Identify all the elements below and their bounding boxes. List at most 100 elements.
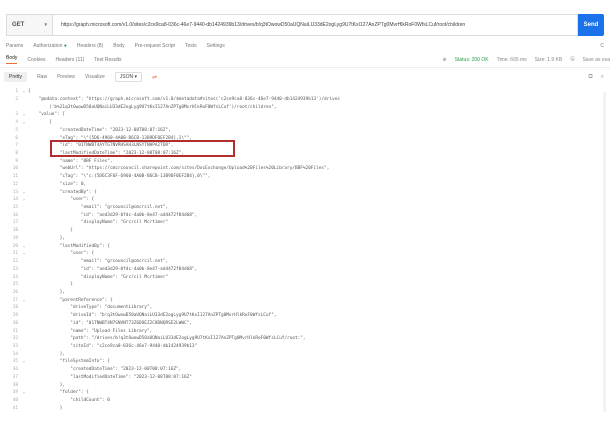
fold-arrow-icon[interactable]: ⌄: [20, 120, 28, 125]
line-number: 2: [15, 96, 18, 102]
code-text: "id": "aed3d29-0fdc-4a0b-8e47-ad4472f84d…: [28, 266, 198, 272]
tab-response-headers[interactable]: Headers (11): [55, 57, 84, 63]
code-text: "id": "aed3d29-0fdc-4a0b-8e47-ad4472f84d…: [28, 212, 198, 218]
copy-icon[interactable]: ⧉: [588, 74, 592, 81]
line-number: 17: [12, 220, 18, 226]
code-text: "email": "grcouncil@cmcrcil.net",: [28, 259, 169, 265]
line-number: 24: [12, 274, 18, 280]
line-number: 6: [15, 135, 18, 141]
active-dot-icon: ●: [63, 43, 67, 49]
fold-arrow-icon[interactable]: ⌄: [20, 190, 28, 195]
fold-arrow-icon[interactable]: ⌄: [20, 251, 28, 256]
line-number: 4: [15, 120, 18, 126]
tab-headers[interactable]: Headers (8): [77, 43, 103, 49]
scrollbar[interactable]: [603, 92, 606, 412]
line-number: 9: [15, 158, 18, 164]
tab-tests[interactable]: Tests: [185, 43, 197, 49]
view-pretty[interactable]: Pretty: [4, 72, 28, 82]
cookies-link[interactable]: C: [600, 43, 604, 49]
line-number: 5: [15, 127, 18, 133]
code-line: 5 "createdDateTime": "2023-12-08T08:07:1…: [0, 127, 610, 135]
chevron-down-icon: ▾: [134, 74, 138, 80]
code-text: "value": [: [28, 112, 66, 118]
view-visualize[interactable]: Visualize: [85, 74, 105, 80]
code-text: },: [28, 289, 66, 295]
wrap-lines-icon[interactable]: ⇌: [152, 74, 157, 81]
line-number: 34: [12, 351, 18, 357]
fold-arrow-icon[interactable]: ⌄: [20, 359, 28, 364]
method-label: GET: [12, 22, 25, 28]
code-text: },: [28, 382, 66, 388]
line-number: 13: [12, 189, 18, 195]
view-preview[interactable]: Preview: [57, 74, 75, 80]
code-line: 37 "lastModifiedDateTime": "2023-12-08T0…: [0, 374, 610, 382]
code-text: "displayName": "Grcrcil Mcrtimer": [28, 220, 169, 226]
code-line: 14 ⌄ "user": {: [0, 196, 610, 204]
tab-params[interactable]: Params: [6, 43, 23, 49]
line-number: 27: [12, 297, 18, 303]
line-number: 38: [12, 382, 18, 388]
code-line: 32 "path": "/drives/b!q3tOwowD50aUQNaiLU…: [0, 335, 610, 343]
code-line: 36 "createdDateTime": "2023-12-08T08:07:…: [0, 366, 610, 374]
code-line: 16 "id": "aed3d29-0fdc-4a0b-8e47-ad4472f…: [0, 212, 610, 220]
code-line: ('b%21q3tOwowD50aUQNaiLU33dE2ogLyg9U7tKx…: [0, 103, 610, 111]
code-text: "name": "BBF Files",: [28, 158, 113, 164]
code-line: 24 "displayName": "Grcrcil Mcrtimer": [0, 273, 610, 281]
code-text: "driveType": "documentLibrary",: [28, 305, 153, 311]
code-text: {: [28, 89, 31, 95]
fold-arrow-icon[interactable]: ⌄: [20, 390, 28, 395]
tab-response-cookies[interactable]: Cookies: [27, 57, 45, 63]
line-number: 10: [12, 166, 18, 172]
code-text: "name": "Upload Files Library",: [28, 328, 153, 334]
line-number: 32: [12, 336, 18, 342]
code-line: 3 ⌄ "value": [: [0, 111, 610, 119]
code-text: ('b%21q3tOwowD50aUQNaiLU33dE2ogLyg9U7tKx…: [28, 104, 277, 110]
line-number: 33: [12, 344, 18, 349]
view-raw[interactable]: Raw: [37, 74, 47, 80]
tab-response-body[interactable]: Body: [6, 55, 18, 64]
code-line: 20 ⌄ "lastModifiedBy": {: [0, 242, 610, 250]
tab-body[interactable]: Body: [113, 43, 124, 49]
code-line: 28 "driveType": "documentLibrary",: [0, 304, 610, 312]
fold-arrow-icon[interactable]: ⌄: [20, 244, 28, 249]
fold-arrow-icon[interactable]: ⌄: [20, 89, 28, 94]
code-text: }: [28, 282, 73, 288]
search-icon[interactable]: ⌕: [601, 74, 604, 81]
line-number: 19: [12, 235, 18, 241]
code-text: "folder": {: [28, 390, 89, 396]
tab-pre-request-script[interactable]: Pre-request Script: [135, 43, 175, 49]
save-as-example-button[interactable]: Save as exa: [582, 57, 610, 63]
line-number: 7: [15, 143, 18, 149]
response-body-code[interactable]: 1 ⌄{2 "@odata.context": "https://graph.mi…: [0, 88, 610, 428]
tab-test-results[interactable]: Test Results: [94, 57, 121, 63]
code-text: "size": 0,: [28, 181, 87, 187]
fold-arrow-icon[interactable]: ⌄: [20, 197, 28, 202]
line-number: 3: [15, 112, 18, 118]
code-text: "webUrl": "https://cmcrcouncil.sharepoin…: [28, 166, 330, 172]
highlight-box: [50, 140, 235, 157]
code-line: 33 "siteId": "c2ce9ca8-036c-46e7-9440-db…: [0, 343, 610, 351]
tab-settings[interactable]: Settings: [207, 43, 225, 49]
code-line: 1 ⌄{: [0, 88, 610, 96]
save-icon: 🖫: [570, 55, 575, 62]
line-number: 22: [12, 259, 18, 265]
url-input[interactable]: https://graph.microsoft.com/v1.0/sites/c…: [52, 14, 578, 36]
line-number: 39: [12, 390, 18, 396]
code-text: "createdBy": {: [28, 189, 97, 195]
code-text: "displayName": "Grcrcil Mcrtimer": [28, 274, 169, 280]
line-number: 41: [12, 405, 18, 411]
method-select[interactable]: GET ▾: [6, 14, 52, 36]
format-select[interactable]: JSON ▾: [114, 72, 143, 82]
line-number: 30: [12, 320, 18, 326]
code-line: 41 }: [0, 405, 610, 413]
code-text: "driveId": "b!q3tOwowD50aUQNaiLU33dE2ogL…: [28, 313, 277, 319]
send-button[interactable]: Send: [578, 14, 604, 36]
fold-arrow-icon[interactable]: ⌄: [20, 112, 28, 117]
code-text: }: [28, 405, 63, 411]
code-line: 2 "@odata.context": "https://graph.micro…: [0, 96, 610, 104]
line-number: 20: [12, 243, 18, 249]
tab-authorization[interactable]: Authorization ●: [33, 43, 67, 49]
line-number: 21: [12, 251, 18, 257]
globe-icon: ⊕: [442, 56, 447, 63]
fold-arrow-icon[interactable]: ⌄: [20, 298, 28, 303]
